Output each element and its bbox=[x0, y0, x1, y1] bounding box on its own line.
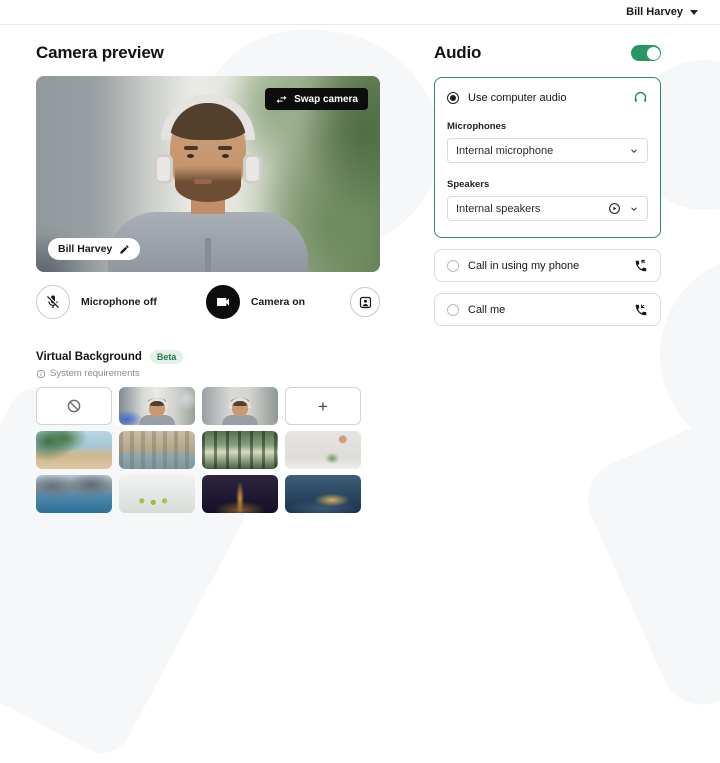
mini-person bbox=[135, 399, 179, 425]
computer-audio-card: Use computer audio Microphones Internal … bbox=[434, 77, 661, 238]
vb-tile-desk[interactable] bbox=[285, 431, 361, 469]
swap-camera-button[interactable]: Swap camera bbox=[265, 88, 368, 110]
vb-tile-office-meeting[interactable] bbox=[119, 475, 195, 513]
swap-icon bbox=[275, 93, 288, 106]
beta-badge: Beta bbox=[150, 350, 184, 364]
toggle-knob bbox=[647, 47, 660, 60]
system-requirements-link[interactable]: System requirements bbox=[36, 368, 380, 379]
call-me-option[interactable]: Call me bbox=[434, 293, 661, 326]
phone-incoming-icon bbox=[634, 303, 648, 317]
camera-preview-video: Swap camera Bill Harvey bbox=[36, 76, 380, 272]
call-me-label: Call me bbox=[468, 304, 625, 316]
radio-unselected[interactable] bbox=[447, 304, 459, 316]
top-bar: Bill Harvey bbox=[0, 0, 720, 25]
vb-tile-sydney-harbour[interactable] bbox=[285, 475, 361, 513]
vb-tile-eiffel-night[interactable] bbox=[202, 475, 278, 513]
microphone-select[interactable]: Internal microphone bbox=[447, 138, 648, 163]
camera-status-label: Camera on bbox=[251, 296, 305, 308]
vb-tile-city-river[interactable] bbox=[119, 431, 195, 469]
no-background-icon bbox=[66, 398, 82, 414]
info-icon bbox=[36, 369, 46, 379]
microphone-off-icon bbox=[45, 294, 61, 310]
user-menu[interactable]: Bill Harvey bbox=[626, 6, 698, 18]
plus-icon: + bbox=[318, 398, 328, 415]
chevron-down-icon bbox=[629, 146, 639, 156]
headphones-icon bbox=[633, 90, 648, 105]
microphone-status-label: Microphone off bbox=[81, 296, 157, 308]
camera-preview-title: Camera preview bbox=[36, 43, 380, 63]
chevron-down-icon bbox=[690, 10, 698, 15]
audio-title: Audio bbox=[434, 43, 481, 63]
edit-pencil-icon bbox=[119, 244, 130, 255]
use-computer-audio-option[interactable]: Use computer audio bbox=[447, 90, 648, 105]
virtual-background-grid: + bbox=[36, 387, 375, 513]
microphone-toggle-button[interactable] bbox=[36, 285, 70, 319]
camera-toggle-button[interactable] bbox=[206, 285, 240, 319]
vb-tile-mountain-lake[interactable] bbox=[36, 475, 112, 513]
person-in-frame-icon bbox=[358, 295, 373, 310]
name-tag-button[interactable]: Bill Harvey bbox=[48, 238, 140, 260]
vb-tile-add-custom[interactable]: + bbox=[285, 387, 361, 425]
test-speaker-play-icon[interactable] bbox=[608, 202, 621, 215]
radio-unselected[interactable] bbox=[447, 260, 459, 272]
mini-person bbox=[218, 399, 262, 425]
av-controls: Microphone off Camera on bbox=[36, 285, 380, 319]
virtual-background-title: Virtual Background bbox=[36, 351, 142, 363]
vb-tile-none[interactable] bbox=[36, 387, 112, 425]
vb-tile-beach[interactable] bbox=[36, 431, 112, 469]
camera-on-icon bbox=[215, 294, 231, 310]
name-tag-label: Bill Harvey bbox=[58, 243, 112, 255]
swap-camera-label: Swap camera bbox=[294, 94, 358, 105]
vb-tile-blur-strong[interactable] bbox=[202, 387, 278, 425]
vb-tile-forest[interactable] bbox=[202, 431, 278, 469]
system-requirements-label: System requirements bbox=[50, 368, 140, 379]
vb-tile-blur-light[interactable] bbox=[119, 387, 195, 425]
use-computer-audio-label: Use computer audio bbox=[468, 92, 624, 104]
phone-outgoing-icon bbox=[634, 259, 648, 273]
user-name: Bill Harvey bbox=[626, 6, 683, 18]
speakers-label: Speakers bbox=[447, 179, 648, 190]
chevron-down-icon bbox=[629, 204, 639, 214]
speaker-select[interactable]: Internal speakers bbox=[447, 196, 648, 221]
radio-selected[interactable] bbox=[447, 92, 459, 104]
call-in-label: Call in using my phone bbox=[468, 260, 625, 272]
self-view-button[interactable] bbox=[350, 287, 380, 317]
microphone-value: Internal microphone bbox=[456, 145, 621, 157]
audio-toggle[interactable] bbox=[631, 45, 661, 61]
microphones-label: Microphones bbox=[447, 121, 648, 132]
call-in-option[interactable]: Call in using my phone bbox=[434, 249, 661, 282]
speaker-value: Internal speakers bbox=[456, 203, 600, 215]
